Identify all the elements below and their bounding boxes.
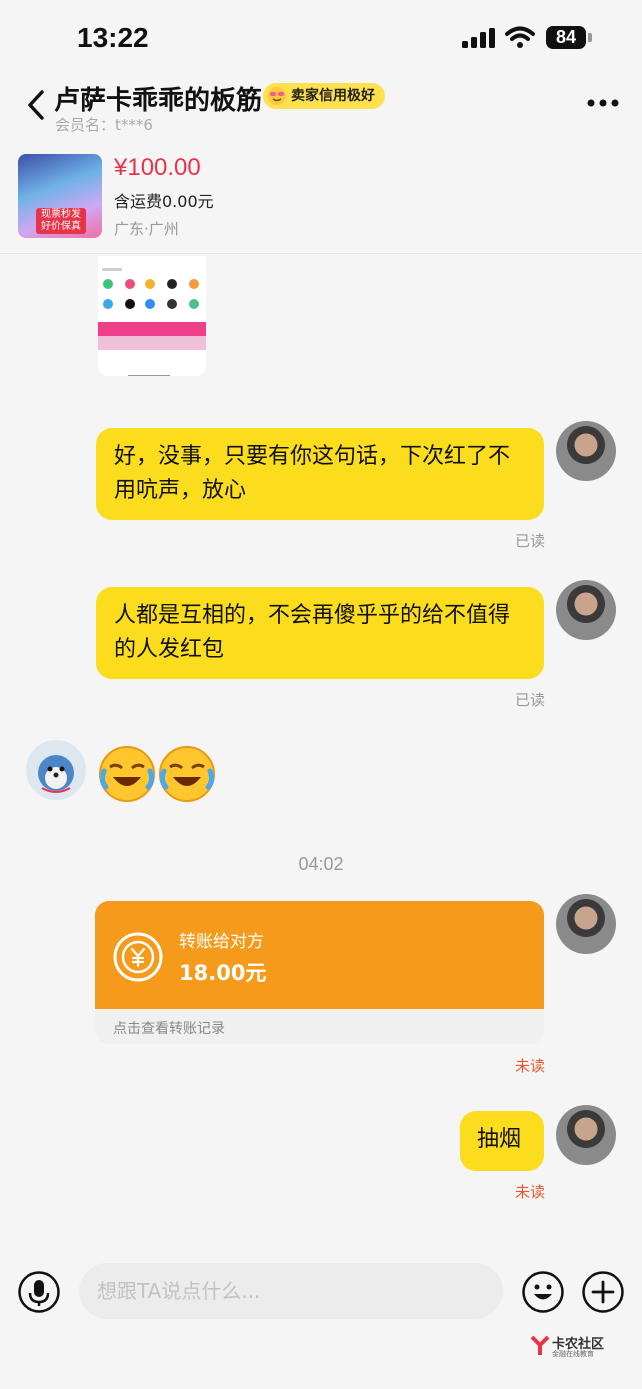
- cellular-signal-icon: [462, 28, 495, 48]
- member-name: 会员名：t***6: [55, 116, 153, 134]
- watermark-icon: [530, 1335, 550, 1355]
- transfer-amount: 18.00元: [179, 961, 267, 985]
- shipping-fee: 含运费0.00元: [114, 192, 214, 211]
- message-bubble[interactable]: 人都是互相的，不会再傻乎乎的给不值得的人发红包: [96, 587, 544, 679]
- image-message[interactable]: [98, 256, 206, 376]
- my-avatar[interactable]: [556, 421, 616, 481]
- my-avatar[interactable]: [556, 894, 616, 954]
- back-arrow-icon[interactable]: [24, 88, 48, 122]
- chat-header: 卢萨卡乖乖的板筋 卖家信用极好 会员名：t***6: [0, 78, 642, 140]
- seal-avatar-icon: [26, 740, 86, 800]
- battery-tip: [588, 33, 592, 42]
- app-screenshot-image: [98, 256, 206, 376]
- message-bubble[interactable]: 抽烟: [460, 1111, 544, 1171]
- battery-indicator: 84: [546, 26, 586, 49]
- read-status: 已读: [515, 691, 546, 709]
- my-avatar[interactable]: [556, 1105, 616, 1165]
- product-location: 广东·广州: [114, 220, 179, 238]
- transfer-card-body: 转账给对方 18.00元: [95, 901, 544, 1009]
- crying-laughing-emoji-icon: [159, 746, 215, 802]
- crying-laughing-emoji-icon: [99, 746, 155, 802]
- thumbnail-tag-line2: 好价保真: [41, 221, 81, 232]
- thumbnail-tag-line1: 现票秒发: [41, 209, 81, 220]
- header-divider: [0, 253, 642, 254]
- sunglasses-face-icon: [268, 87, 286, 105]
- transfer-card[interactable]: 转账给对方 18.00元 点击查看转账记录: [95, 901, 544, 1044]
- microphone-icon[interactable]: [18, 1271, 60, 1313]
- more-options-icon[interactable]: [586, 98, 620, 108]
- wifi-icon: [505, 26, 535, 48]
- product-price: ¥100.00: [114, 154, 201, 181]
- my-avatar[interactable]: [556, 580, 616, 640]
- add-attachment-icon[interactable]: [582, 1271, 624, 1313]
- yuan-transfer-icon: [113, 932, 163, 982]
- time-separator: 04:02: [298, 854, 344, 874]
- seller-avatar[interactable]: [26, 740, 86, 800]
- credit-badge-label: 卖家信用极好: [291, 88, 375, 104]
- transfer-title: 转账给对方: [179, 932, 264, 952]
- product-card[interactable]: 现票秒发 好价保真 ¥100.00 含运费0.00元 广东·广州: [0, 148, 642, 248]
- unread-status: 未读: [515, 1183, 546, 1201]
- status-time: 13:22: [77, 22, 149, 53]
- chat-title[interactable]: 卢萨卡乖乖的板筋: [54, 80, 262, 117]
- thumbnail-tag: 现票秒发 好价保真: [36, 208, 86, 234]
- input-bar: [0, 1255, 642, 1335]
- image-scroll-indicator: [128, 375, 170, 376]
- read-status: 已读: [515, 532, 546, 550]
- watermark-logo: 卡农社区 金融在线教育: [530, 1333, 610, 1361]
- message-input[interactable]: [79, 1263, 503, 1319]
- message-bubble[interactable]: 好，没事，只要有你这句话，下次红了不用吭声，放心: [96, 428, 544, 520]
- transfer-record-link[interactable]: 点击查看转账记录: [113, 1018, 225, 1038]
- product-thumbnail[interactable]: 现票秒发 好价保真: [18, 154, 102, 238]
- watermark-subtitle: 金融在线教育: [552, 1350, 594, 1358]
- unread-status: 未读: [515, 1057, 546, 1075]
- seller-credit-badge[interactable]: 卖家信用极好: [263, 83, 385, 109]
- emoji-picker-icon[interactable]: [522, 1271, 564, 1313]
- status-bar: 13:22 84: [0, 0, 642, 78]
